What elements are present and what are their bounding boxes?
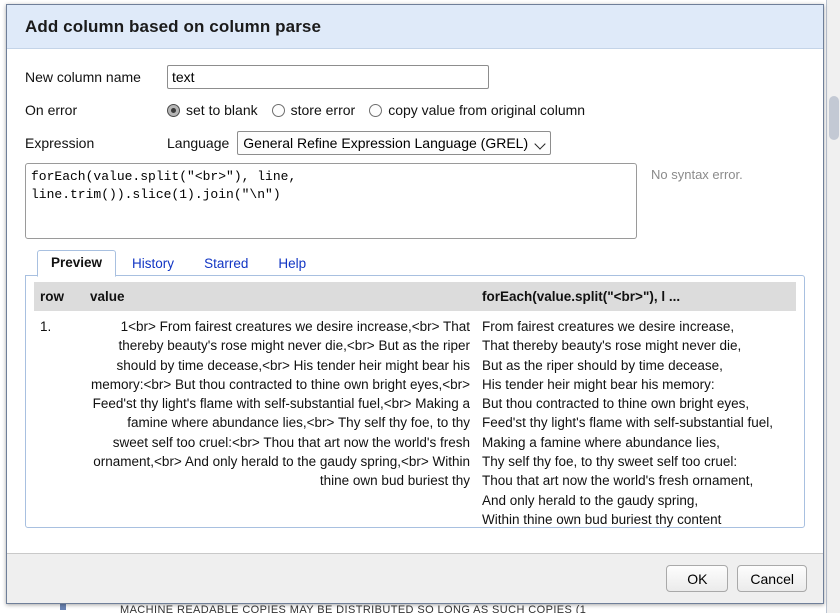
tab-starred[interactable]: Starred	[190, 251, 262, 277]
preview-table-head: row value forEach(value.split("<br>"), l…	[34, 282, 796, 311]
ok-button[interactable]: OK	[666, 565, 728, 592]
backdrop-bullet	[60, 604, 66, 610]
syntax-status: No syntax error.	[651, 167, 743, 182]
cell-expression-result: From fairest creatures we desire increas…	[476, 311, 796, 528]
cell-original-value: 1<br> From fairest creatures we desire i…	[84, 311, 476, 528]
expression-label: Expression	[25, 135, 167, 151]
cell-row-number: 1.	[34, 311, 84, 528]
preview-table-body: 1. 1<br> From fairest creatures we desir…	[34, 311, 796, 528]
expression-language-row: Expression Language General Refine Expre…	[25, 131, 805, 155]
tab-history[interactable]: History	[118, 251, 188, 277]
radio-dot-icon[interactable]	[369, 104, 382, 117]
add-column-dialog: Add column based on column parse New col…	[6, 4, 824, 604]
column-header-row: row	[34, 282, 84, 311]
new-column-name-row: New column name	[25, 65, 805, 89]
dialog-body: New column name On error set to blank st…	[7, 49, 823, 553]
cancel-button[interactable]: Cancel	[737, 565, 807, 592]
tab-help[interactable]: Help	[264, 251, 320, 277]
language-select[interactable]: General Refine Expression Language (GREL…	[237, 131, 551, 155]
backdrop-text: MACHINE READABLE COPIES MAY BE DISTRIBUT…	[120, 604, 586, 613]
radio-label: store error	[291, 102, 356, 118]
radio-set-to-blank[interactable]: set to blank	[167, 102, 258, 118]
on-error-radio-group: set to blank store error copy value from…	[167, 102, 585, 118]
column-header-value: value	[84, 282, 476, 311]
radio-label: copy value from original column	[388, 102, 585, 118]
preview-table: row value forEach(value.split("<br>"), l…	[34, 282, 796, 528]
radio-dot-icon[interactable]	[272, 104, 285, 117]
on-error-label: On error	[25, 102, 167, 118]
radio-label: set to blank	[186, 102, 258, 118]
preview-tab-content: row value forEach(value.split("<br>"), l…	[25, 275, 805, 528]
new-column-name-label: New column name	[25, 69, 167, 85]
radio-dot-icon[interactable]	[167, 104, 180, 117]
radio-store-error[interactable]: store error	[272, 102, 356, 118]
radio-copy-value-from-original-column[interactable]: copy value from original column	[369, 102, 585, 118]
table-row: 1. 1<br> From fairest creatures we desir…	[34, 311, 796, 528]
column-header-expression: forEach(value.split("<br>"), l ...	[476, 282, 796, 311]
language-select-wrap: General Refine Expression Language (GREL…	[237, 131, 551, 155]
expression-textarea[interactable]: forEach(value.split("<br>"), line, line.…	[25, 163, 637, 239]
expression-editor-row: forEach(value.split("<br>"), line, line.…	[25, 163, 805, 239]
dialog-header: Add column based on column parse	[7, 5, 823, 49]
language-label: Language	[167, 135, 229, 151]
new-column-name-input[interactable]	[167, 65, 489, 89]
tab-preview[interactable]: Preview	[37, 250, 116, 277]
dialog-footer: OK Cancel	[7, 553, 823, 603]
expression-tab-panel: Preview History Starred Help row value f…	[25, 250, 805, 528]
browser-scrollbar-thumb[interactable]	[829, 96, 839, 140]
preview-header-row: row value forEach(value.split("<br>"), l…	[34, 282, 796, 311]
on-error-row: On error set to blank store error copy v…	[25, 102, 805, 118]
dialog-title: Add column based on column parse	[25, 17, 321, 37]
tab-strip: Preview History Starred Help	[25, 250, 805, 276]
browser-scrollbar[interactable]	[826, 0, 840, 613]
